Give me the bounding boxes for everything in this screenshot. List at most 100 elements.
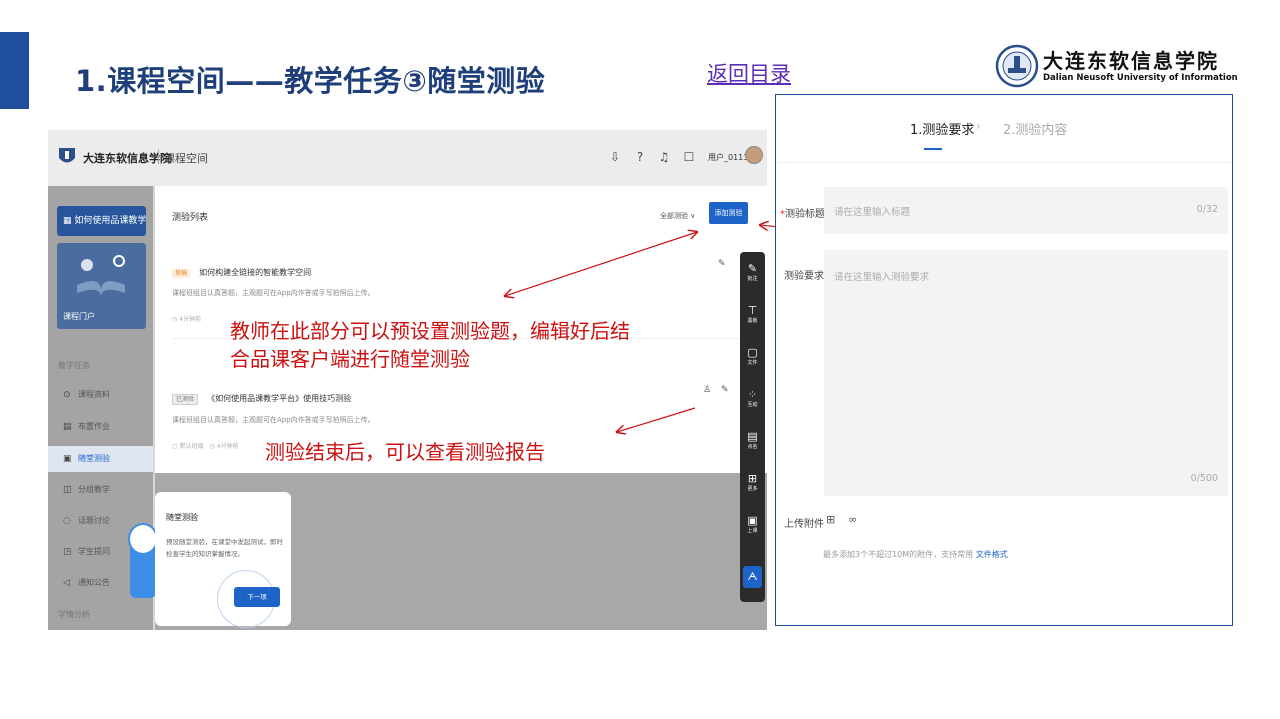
form-divider: [776, 162, 1231, 163]
logo-chinese-name: 大连东软信息学院: [1043, 49, 1219, 73]
message-icon[interactable]: ☐: [682, 149, 696, 165]
sidebar-item-groups[interactable]: ◫ 分组教学: [48, 477, 153, 503]
toolbar-rollcall[interactable]: ▤ 点名: [740, 430, 765, 451]
board-icon: ⊤: [747, 304, 758, 317]
university-emblem-icon: [995, 44, 1039, 88]
annotation-line-2: 合品课客户端进行随堂测验: [230, 347, 470, 371]
edit-icon[interactable]: ✎: [721, 385, 729, 395]
annotation-line-1: 教师在此部分可以预设置测验题，编辑好后结: [230, 319, 630, 343]
title-char-count: 0/32: [1196, 204, 1218, 215]
file-icon: ▢: [747, 346, 758, 359]
rollcall-icon: ▤: [747, 430, 758, 443]
sidebar-section-teaching: 教学任务: [58, 361, 90, 370]
document-icon: ▤: [63, 422, 72, 432]
requirement-placeholder: 请在这里输入测验要求: [834, 272, 930, 283]
toolbar-more[interactable]: ⊞ 更多: [740, 472, 765, 493]
book-illustration-icon: [77, 255, 125, 297]
chevron-down-icon: ∨: [690, 212, 696, 220]
sidebar-section-analysis: 学情分析: [58, 610, 90, 619]
toolbar-files[interactable]: ▢ 文件: [740, 346, 765, 367]
brand-icon[interactable]: ᗅ: [743, 566, 762, 588]
grid-icon: ▦: [63, 216, 75, 226]
list-item[interactable]: 草稿 如何构建全链接的智能教学空间: [172, 260, 311, 279]
group-icon: ◫: [63, 485, 72, 495]
add-quiz-button[interactable]: 添加测验: [709, 202, 748, 224]
slide-title: 1.课程空间——教学任务③随堂测验: [75, 64, 546, 98]
portal-label: 课程门户: [63, 312, 95, 321]
quiz-timestamp: ◷ 4分钟前: [172, 316, 201, 323]
requirement-field-label: 测验要求: [784, 271, 824, 282]
annotation-view-report: 测验结束后，可以查看测验报告: [265, 440, 545, 464]
title-field-label: *测验标题: [780, 209, 825, 220]
status-badge: 草稿: [172, 269, 191, 278]
quiz-filter-dropdown[interactable]: 全部测验 ∨: [660, 211, 695, 221]
list-item[interactable]: 已测验 《如何使用品课教学平台》使用技巧测验: [172, 386, 351, 405]
floating-toolbar: ✎ 批注 ⊤ 黑板 ▢ 文件 ⁘ 互动 ▤ 点名 ⊞ 更多 ▣ 上课 ᗅ: [740, 252, 765, 602]
app-topbar: 大连东软信息学院 课程空间 ⇩ ? ♫ ☐ 用户_0113: [48, 130, 767, 186]
active-step-indicator: [924, 148, 942, 150]
quiz-title: 《如何使用品课教学平台》使用技巧测验: [207, 394, 352, 403]
report-icon[interactable]: ♙: [703, 385, 711, 395]
toolbar-interact[interactable]: ⁘ 互动: [740, 388, 765, 409]
tooltip-description: 预设随堂测验，在课堂中发起测试，即时检查学生的知识掌握情况。: [166, 538, 283, 558]
download-icon[interactable]: ⇩: [608, 149, 622, 165]
step-content[interactable]: 2.测验内容: [1003, 119, 1067, 138]
sidebar-item-course-materials[interactable]: ⊙ 课程资料: [48, 382, 153, 408]
quiz-list-title: 测验列表: [172, 213, 209, 223]
status-badge: 已测验: [172, 394, 199, 405]
upload-file-icon[interactable]: ⊞: [826, 513, 835, 526]
quiz-title-input[interactable]: 请在这里输入标题 0/32: [824, 187, 1228, 234]
question-icon: ◳: [63, 547, 72, 557]
quiz-form-screenshot: 1.测验要求 › 2.测验内容 *测验标题 请在这里输入标题 0/32 测验要求…: [775, 94, 1233, 626]
toolbar-start-class[interactable]: ▣ 上课: [740, 514, 765, 535]
class-start-icon: ▣: [747, 514, 758, 527]
quiz-requirement-textarea[interactable]: 请在这里输入测验要求 0/500: [824, 250, 1228, 496]
megaphone-icon: ◁: [63, 578, 70, 588]
quiz-list-screenshot: 大连东软信息学院 课程空间 ⇩ ? ♫ ☐ 用户_0113 ▦ 如何使用品课教学…: [48, 130, 767, 630]
file-format-link[interactable]: 文件格式: [976, 550, 1008, 559]
toolbar-blackboard[interactable]: ⊤ 黑板: [740, 304, 765, 325]
quiz-description: 课程班组目认真答题，主观题可在App内作答或手写拍照后上传。: [172, 289, 375, 297]
link-icon[interactable]: ∞: [848, 513, 857, 526]
upload-note: 最多添加3个不超过10M的附件，支持常用 文件格式: [823, 550, 1008, 559]
toolbar-annotate[interactable]: ✎ 批注: [740, 262, 765, 283]
quiz-description: 课程班组目认真答题，主观题可在App内作答或手写拍照后上传。: [172, 416, 375, 424]
next-button[interactable]: 下一项: [234, 587, 280, 607]
title-placeholder: 请在这里输入标题: [834, 207, 911, 218]
requirement-char-count: 0/500: [1190, 473, 1218, 484]
class-icon: ▢: [172, 443, 180, 450]
pen-icon: ✎: [747, 262, 758, 275]
app-section-name: 课程空间: [164, 152, 208, 165]
interact-icon: ⁘: [747, 388, 758, 401]
user-name[interactable]: 用户_0113: [708, 152, 748, 163]
more-icon: ⊞: [747, 472, 758, 485]
accent-bar: [0, 32, 29, 109]
university-logo: 大连东软信息学院 Dalian Neusoft University of In…: [995, 42, 1238, 92]
avatar[interactable]: [745, 146, 763, 164]
quiz-icon: ▣: [63, 454, 72, 464]
quiz-meta: ▢ 默认班级 ◷ 4分钟前: [172, 443, 239, 450]
topbar-divider: [158, 150, 159, 164]
chat-icon: ◌: [63, 516, 71, 526]
upload-label: 上传附件: [784, 519, 824, 530]
school-emblem-icon: [59, 148, 75, 163]
bell-icon[interactable]: ♫: [657, 149, 671, 165]
annotation-preset-quiz: 教师在此部分可以预设置测验题，编辑好后结 合品课客户端进行随堂测验: [230, 317, 630, 373]
folder-icon: ⊙: [63, 390, 71, 400]
back-to-contents-link[interactable]: 返回目录: [707, 58, 791, 88]
tooltip-title: 随堂测验: [166, 513, 198, 522]
sidebar-item-quiz[interactable]: ▣ 随堂测验: [48, 446, 153, 472]
logo-english-name: Dalian Neusoft University of Information: [1043, 73, 1238, 83]
edit-icon[interactable]: ✎: [718, 259, 726, 269]
chevron-right-icon: ›: [976, 119, 981, 133]
howto-label: 如何使用品课教学...: [74, 216, 146, 226]
sidebar-item-assignments[interactable]: ▤ 布置作业: [48, 414, 153, 440]
quiz-title: 如何构建全链接的智能教学空间: [199, 268, 312, 277]
feature-tooltip: 随堂测验 预设随堂测验，在课堂中发起测试，即时检查学生的知识掌握情况。 下一项: [155, 492, 291, 628]
mascot-icon: [128, 523, 158, 555]
step-requirements[interactable]: 1.测验要求: [910, 119, 974, 138]
howto-banner[interactable]: ▦ 如何使用品课教学...: [57, 206, 146, 236]
clock-icon: ◷: [209, 443, 217, 450]
course-portal-card[interactable]: 课程门户: [57, 243, 146, 329]
help-icon[interactable]: ?: [633, 149, 647, 165]
